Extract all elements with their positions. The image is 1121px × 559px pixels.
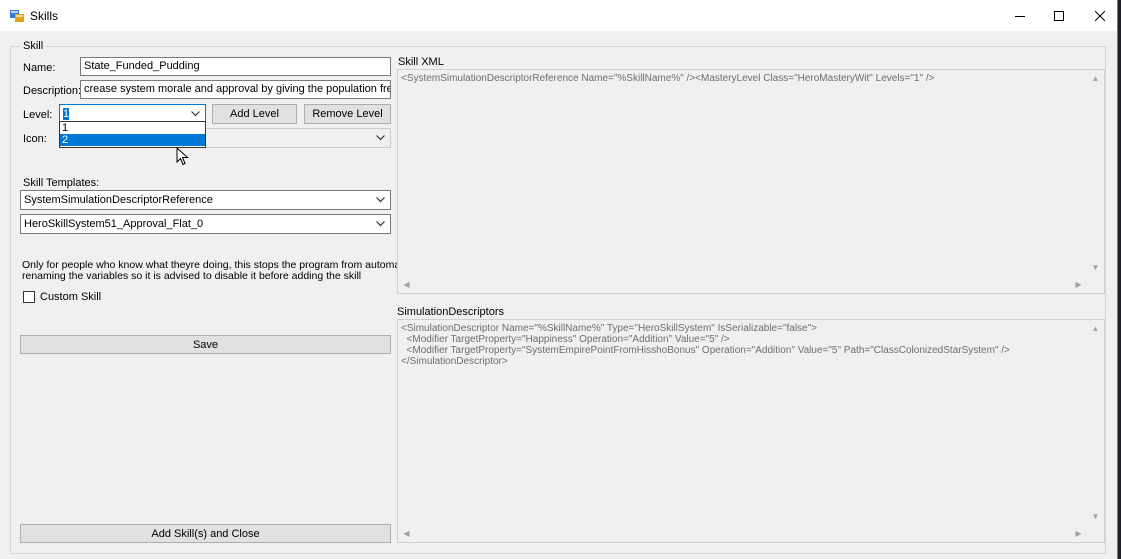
level-label: Level: <box>23 109 53 121</box>
scroll-left-icon[interactable]: ◀ <box>398 276 415 293</box>
chevron-down-icon <box>376 221 385 227</box>
simulation-descriptors-label: SimulationDescriptors <box>397 306 504 318</box>
scroll-down-icon[interactable]: ▼ <box>1087 508 1104 525</box>
scroll-left-icon[interactable]: ◀ <box>398 525 415 542</box>
description-label: Description: <box>23 85 82 97</box>
skill-group-label: Skill <box>20 40 47 52</box>
level-option-1[interactable]: 1 <box>60 122 205 134</box>
mouse-pointer-icon <box>176 147 189 166</box>
sim-line-3: <Modifier TargetProperty="SystemEmpirePo… <box>401 345 1010 356</box>
skill-templates-label: Skill Templates: <box>23 177 100 189</box>
level-dropdown-list: 1 2 <box>59 121 206 148</box>
template-combobox-1[interactable]: SystemSimulationDescriptorReference <box>20 190 391 210</box>
custom-skill-label[interactable]: Custom Skill <box>40 291 101 303</box>
template-1-value: SystemSimulationDescriptorReference <box>24 194 213 206</box>
save-button[interactable]: Save <box>20 335 391 354</box>
scroll-right-icon[interactable]: ▶ <box>1070 525 1087 542</box>
chevron-down-icon <box>376 135 385 141</box>
level-selected-value: 1 <box>63 108 70 120</box>
icon-label: Icon: <box>23 133 47 145</box>
skill-xml-textarea[interactable]: <SystemSimulationDescriptorReference Nam… <box>397 69 1105 294</box>
close-icon <box>1095 10 1105 21</box>
sim-line-2: <Modifier TargetProperty="Happiness" Ope… <box>401 334 730 345</box>
maximize-button[interactable] <box>1036 0 1082 31</box>
scroll-right-icon[interactable]: ▶ <box>1070 276 1087 293</box>
chevron-down-icon <box>191 111 200 117</box>
window-title: Skills <box>30 9 59 23</box>
minimize-icon <box>1015 15 1025 17</box>
scroll-down-icon[interactable]: ▼ <box>1087 259 1104 276</box>
title-bar[interactable]: Skills <box>0 0 1117 31</box>
skill-xml-label: Skill XML <box>398 56 444 68</box>
name-field[interactable]: State_Funded_Pudding <box>80 57 391 76</box>
template-combobox-2[interactable]: HeroSkillSystem51_Approval_Flat_0 <box>20 214 391 234</box>
chevron-down-icon <box>376 197 385 203</box>
skill-xml-horizontal-scrollbar[interactable]: ◀ ▶ <box>398 276 1087 293</box>
skill-xml-vertical-scrollbar[interactable]: ▲ ▼ <box>1087 70 1104 276</box>
add-skills-and-close-button[interactable]: Add Skill(s) and Close <box>20 524 391 543</box>
warning-text-line-2: renaming the variables so it is advised … <box>22 270 362 282</box>
maximize-icon <box>1054 10 1064 21</box>
description-field[interactable]: crease system morale and approval by giv… <box>80 80 391 99</box>
custom-skill-checkbox[interactable] <box>23 291 35 303</box>
add-level-button[interactable]: Add Level <box>212 104 297 124</box>
scroll-up-icon[interactable]: ▲ <box>1087 70 1104 87</box>
name-label: Name: <box>23 62 56 74</box>
sim-line-4: </SimulationDescriptor> <box>401 356 508 367</box>
app-icon <box>10 10 24 22</box>
sim-line-1: <SimulationDescriptor Name="%SkillName%"… <box>401 323 818 334</box>
close-button[interactable] <box>1077 0 1121 31</box>
level-option-2[interactable]: 2 <box>60 134 205 146</box>
simulation-descriptors-textarea[interactable]: <SimulationDescriptor Name="%SkillName%"… <box>397 319 1105 543</box>
scroll-up-icon[interactable]: ▲ <box>1087 320 1104 337</box>
simulation-descriptors-text: <SimulationDescriptor Name="%SkillName%"… <box>401 323 1010 367</box>
simulation-descriptors-vertical-scrollbar[interactable]: ▲ ▼ <box>1087 320 1104 525</box>
skill-xml-text: <SystemSimulationDescriptorReference Nam… <box>401 73 935 84</box>
template-2-value: HeroSkillSystem51_Approval_Flat_0 <box>24 218 204 230</box>
simulation-descriptors-horizontal-scrollbar[interactable]: ◀ ▶ <box>398 525 1087 542</box>
remove-level-button[interactable]: Remove Level <box>304 104 391 124</box>
